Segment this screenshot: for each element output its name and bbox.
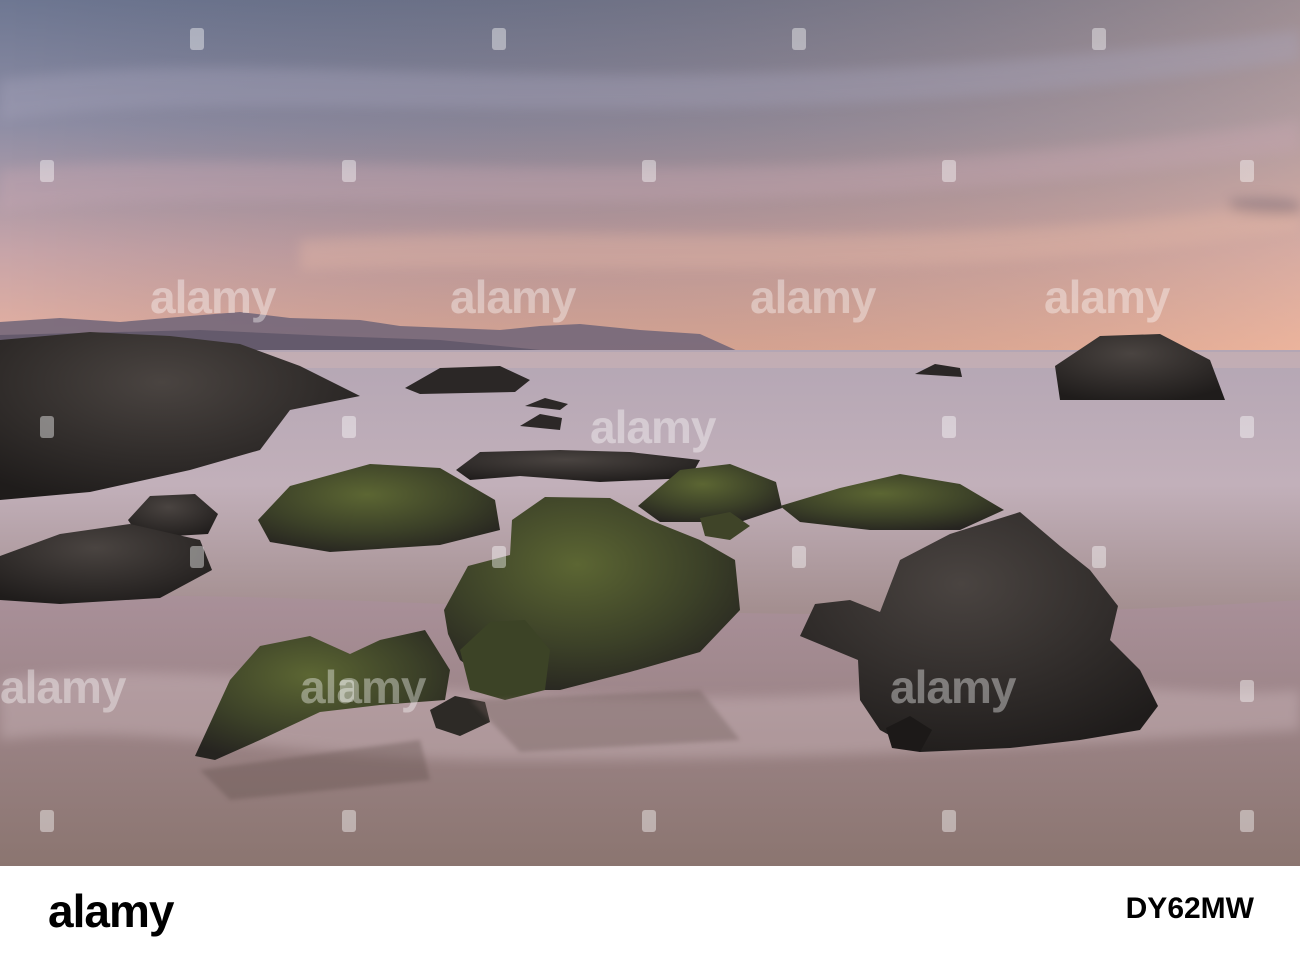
watermark-mark — [1240, 160, 1254, 182]
alamy-logo[interactable]: alamy — [48, 884, 174, 938]
watermark-mark — [642, 160, 656, 182]
watermark-mark — [492, 28, 506, 50]
watermark-mark — [1240, 416, 1254, 438]
watermark-mark — [40, 160, 54, 182]
watermark-mark — [942, 160, 956, 182]
seascape-image — [0, 0, 1300, 866]
image-id-label: DY62MW — [1125, 892, 1254, 925]
watermark-mark — [342, 416, 356, 438]
watermark-mark — [40, 810, 54, 832]
watermark-mark — [342, 810, 356, 832]
stock-footer-bar: alamy DY62MW — [0, 866, 1300, 956]
watermark-mark — [1092, 28, 1106, 50]
watermark-mark — [792, 28, 806, 50]
watermark-mark — [342, 160, 356, 182]
stock-photo: alamy alamy alamy alamy alamy alamy alam… — [0, 0, 1300, 866]
watermark-mark — [190, 546, 204, 568]
watermark-mark — [1240, 810, 1254, 832]
watermark-mark — [942, 810, 956, 832]
watermark-mark — [190, 28, 204, 50]
watermark-mark — [792, 546, 806, 568]
watermark-mark — [1240, 680, 1254, 702]
watermark-mark — [1092, 546, 1106, 568]
watermark-mark — [942, 416, 956, 438]
watermark-mark — [492, 546, 506, 568]
watermark-mark — [340, 680, 354, 702]
watermark-mark — [40, 416, 54, 438]
watermark-mark — [642, 810, 656, 832]
